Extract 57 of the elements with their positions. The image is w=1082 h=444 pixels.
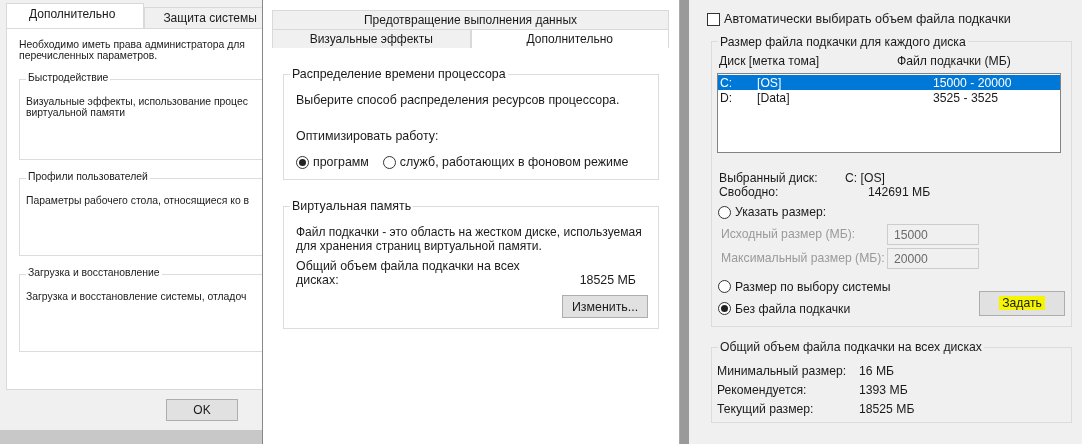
- tab[interactable]: Предотвращение выполнения данных: [272, 10, 669, 29]
- total-value: 18525 МБ: [579, 273, 636, 287]
- drive-letter: D:: [720, 90, 734, 105]
- info-value: C: [OS]: [844, 171, 886, 185]
- total-label: Текущий размер:: [717, 401, 815, 416]
- radio-button[interactable]: программ: [296, 155, 369, 169]
- change-button[interactable]: Изменить...: [562, 295, 648, 318]
- group-description: Параметры рабочего стола, относящиеся ко в: [26, 195, 250, 206]
- admin-notice: Необходимо иметь права администратора для перечисленных параметров.: [19, 39, 246, 61]
- pagefile-size: 3525 - 3525: [933, 90, 999, 105]
- total-label: Минимальный размер:: [717, 363, 848, 378]
- group-title: Загрузка и восстановление: [26, 267, 162, 278]
- radio-button[interactable]: Без файла подкачки: [718, 301, 891, 316]
- tab[interactable]: Дополнительно: [6, 3, 145, 28]
- group-title: Быстродействие: [26, 72, 111, 83]
- radio-icon[interactable]: [382, 155, 396, 169]
- group-title: Виртуальная память: [290, 199, 414, 213]
- group-description: Загрузка и восстановление системы, отладоч: [26, 291, 247, 302]
- group-title: Профили пользователей: [26, 171, 150, 182]
- info-value: 142691 МБ: [867, 185, 932, 199]
- pagefile-size: 15000 - 20000: [933, 75, 1012, 90]
- ok-button[interactable]: OK: [166, 399, 238, 421]
- volume-label: [OS]: [757, 75, 783, 90]
- group-title: Распределение времени процессора: [290, 67, 508, 81]
- volume-label: [Data]: [757, 90, 791, 105]
- checkbox[interactable]: Автоматически выбирать объем файла подкачки: [707, 12, 1072, 26]
- total-value: 1393 МБ: [859, 382, 909, 397]
- tab[interactable]: Дополнительно: [470, 29, 669, 48]
- column-header: Диск [метка тома]: [719, 54, 821, 68]
- field-label: Максимальный размер (МБ):: [721, 251, 886, 265]
- radio-icon[interactable]: [718, 280, 731, 293]
- group-description: Визуальные эффекты, использование процес виртуальной памяти: [26, 96, 248, 118]
- field-label: Исходный размер (МБ):: [721, 227, 857, 241]
- radio-icon[interactable]: [718, 205, 731, 219]
- group-title: Общий объем файла подкачки на всех дисках: [718, 339, 984, 354]
- total-value: 18525 МБ: [859, 401, 916, 416]
- optimize-label: Оптимизировать работу:: [296, 129, 440, 143]
- info-label: Выбранный диск:: [719, 171, 819, 185]
- radio-icon[interactable]: [296, 155, 309, 169]
- tab[interactable]: Защита системы: [144, 7, 262, 28]
- drive-letter: C:: [720, 75, 734, 90]
- total-label: Рекомендуется:: [717, 382, 808, 397]
- group-title: Размер файла подкачки для каждого диска: [718, 35, 968, 49]
- radio-button[interactable]: Размер по выбору системы: [718, 279, 891, 294]
- set-button[interactable]: Задать: [979, 290, 1065, 316]
- column-header: Файл подкачки (МБ): [897, 54, 1011, 68]
- radio-button[interactable]: служб, работающих в фоновом режиме: [382, 155, 629, 169]
- pagefile-description: Файл подкачки - это область на жестком диске, используемая для хранения страниц виртуальной памяти.: [296, 225, 642, 253]
- radio-button[interactable]: Указать размер:: [718, 205, 827, 219]
- cpu-description: Выберите способ распределения ресурсов процессора.: [296, 93, 621, 107]
- list-row[interactable]: C: [OS] 15000 - 20000: [718, 75, 1060, 90]
- total-value: 16 МБ: [859, 363, 896, 378]
- total-label: Общий объем файла подкачки на всех дисках:: [296, 259, 520, 287]
- radio-icon[interactable]: [718, 302, 731, 315]
- list-row[interactable]: D: [Data] 3525 - 3525: [718, 90, 1060, 105]
- info-label: Свободно:: [719, 185, 780, 199]
- tab[interactable]: Визуальные эффекты: [272, 29, 471, 48]
